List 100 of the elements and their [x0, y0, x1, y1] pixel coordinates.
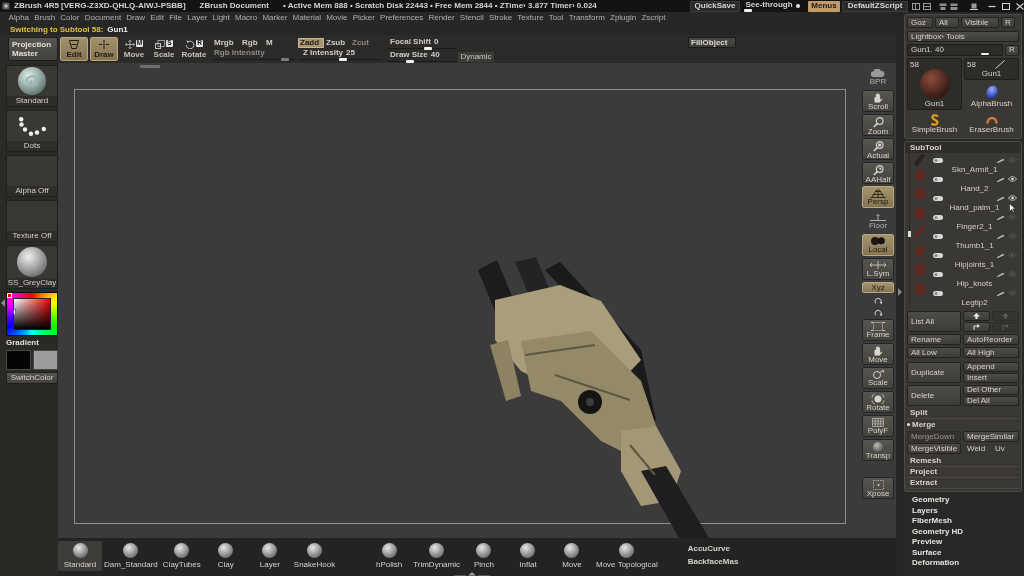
menu-item[interactable]: Tool [546, 14, 567, 22]
brush-button[interactable]: SnakeHook [291, 541, 338, 571]
subpalette-header[interactable]: Remesh [907, 456, 1019, 467]
subtool-action-button[interactable]: Rename [907, 334, 961, 345]
subtool-name[interactable]: Legtip2 [930, 298, 1019, 307]
slider-thumb[interactable] [424, 47, 432, 50]
color-mode-button[interactable]: Rgb [240, 37, 264, 48]
palette-title[interactable]: Surface [904, 547, 1022, 558]
subtool-name[interactable]: Hipjoints_1 [930, 260, 1019, 270]
menu-item[interactable]: Picker [350, 14, 378, 22]
brush-tile[interactable]: Standard [6, 65, 58, 107]
subtool-name[interactable]: Hand_palm_1 [930, 203, 1019, 213]
delete-other-button[interactable]: Del Other [963, 385, 1019, 395]
material-tile[interactable]: SS_GreyClay [6, 245, 58, 289]
texture-tile[interactable]: Texture Off [6, 200, 58, 242]
palette-title[interactable]: Geometry [904, 495, 1022, 506]
brush-button[interactable]: TrimDynamic [411, 541, 462, 571]
view-button[interactable]: Xyz [862, 282, 894, 293]
subpalette-header[interactable]: Extract [907, 478, 1019, 489]
brush-button[interactable]: ClayTubes [159, 541, 204, 571]
tool-tile[interactable]: 58 Gun1 [907, 58, 962, 110]
view-button[interactable]: Scroll [862, 90, 894, 112]
subtool-name[interactable]: Finger2_1 [930, 222, 1019, 232]
view-button[interactable]: BPR [862, 66, 894, 88]
tool-button[interactable]: Goz [907, 17, 933, 28]
menu-item[interactable]: Color [57, 14, 83, 22]
subtool-name[interactable]: Hand_2 [930, 184, 1019, 194]
subpalette-header[interactable]: Project [907, 467, 1019, 478]
subtool-name[interactable]: Thumb1_1 [930, 241, 1019, 251]
view-button[interactable]: Xpose [862, 477, 894, 499]
view-button[interactable]: Rotate [862, 391, 894, 413]
delete-all-button[interactable]: Del All [963, 396, 1019, 406]
merge-button[interactable]: MergeSimilar [963, 431, 1019, 442]
palette-title[interactable]: Geometry HD [904, 526, 1022, 537]
tool-tile[interactable]: EraserBrush [964, 112, 1019, 136]
list-all-button[interactable]: List All [907, 311, 961, 332]
move-up-button[interactable] [963, 311, 990, 321]
view-button[interactable]: PolyF [862, 415, 894, 437]
view-button[interactable]: AAHalf [862, 162, 894, 184]
menus-toggle[interactable]: Menus [808, 0, 840, 12]
move-down-button[interactable] [963, 322, 990, 332]
panel-icon[interactable] [950, 2, 958, 10]
dock-icon[interactable] [970, 2, 978, 10]
duplicate-button[interactable]: Duplicate [907, 362, 961, 383]
brush-button[interactable]: Clay [203, 541, 248, 571]
slider-thumb[interactable] [744, 9, 752, 12]
merge-button[interactable]: MergeVisible [907, 443, 961, 454]
reset-button[interactable]: R [1005, 44, 1019, 56]
color-swatch[interactable] [33, 350, 58, 370]
menu-item[interactable]: Layer [184, 14, 210, 22]
palette-title[interactable]: Preview [904, 537, 1022, 548]
switch-color-button[interactable]: SwitchColor [6, 372, 58, 384]
menu-item[interactable]: Edit [147, 14, 167, 22]
option-toggle[interactable]: AccuCurve [687, 545, 739, 555]
append-button[interactable]: Append [963, 362, 1019, 372]
menu-item[interactable]: Zplugin [607, 14, 639, 22]
view-button[interactable]: Transp [862, 439, 894, 461]
view-button[interactable]: Move [862, 343, 894, 365]
collapse-arrow-icon[interactable] [0, 299, 5, 307]
color-mode-button[interactable]: Mrgb [212, 37, 240, 48]
brush-button[interactable]: Dam_Standard [102, 541, 160, 571]
menu-item[interactable]: File [166, 14, 185, 22]
slider-thumb[interactable] [981, 52, 990, 55]
brush-button[interactable]: Move [550, 541, 594, 571]
scroll-bar[interactable] [907, 153, 912, 308]
insert-button[interactable]: Insert [963, 373, 1019, 383]
tool-button[interactable]: Visible [961, 17, 999, 28]
view-button[interactable]: Actual [862, 138, 894, 160]
mode-button[interactable]: Draw [90, 37, 118, 61]
close-icon[interactable] [1016, 2, 1024, 10]
weld-switch[interactable]: Weld [963, 443, 990, 454]
menu-item[interactable]: Macro [232, 14, 260, 22]
view-button[interactable]: L.Sym [862, 258, 894, 280]
menu-item[interactable]: Transform [566, 14, 608, 22]
subpalette-header[interactable]: Merge [907, 419, 1019, 430]
view-button[interactable]: Local [862, 234, 894, 256]
restore-icon[interactable] [1002, 2, 1010, 10]
script-button[interactable]: DefaultZScript [842, 0, 908, 12]
subtool-name[interactable]: Hip_knots [930, 279, 1019, 289]
palette-title[interactable]: Layers [904, 505, 1022, 516]
uv-switch[interactable]: Uv [991, 443, 1009, 454]
option-toggle[interactable]: BackfaceMas [687, 558, 739, 568]
subpalette-header[interactable]: Split [907, 408, 1019, 419]
view-button[interactable]: Persp [862, 186, 894, 208]
menu-item[interactable]: Brush [31, 14, 58, 22]
fill-object-button[interactable]: FillObject [688, 37, 736, 48]
menu-item[interactable]: Movie [323, 14, 351, 22]
projection-master-button[interactable]: Projection Master [8, 37, 58, 61]
subtool-name[interactable]: Skn_Armit_1 [930, 165, 1019, 175]
depth-mode-button[interactable]: Zsub [324, 37, 350, 48]
tool-button[interactable]: R [1001, 17, 1015, 28]
menu-item[interactable]: Light [209, 14, 233, 22]
color-swatch[interactable] [6, 350, 31, 370]
menu-item[interactable]: Alpha [6, 14, 32, 22]
depth-mode-button[interactable]: Zadd [298, 37, 324, 48]
tool-tile[interactable]: 58 Gun1 [964, 58, 1019, 80]
menu-item[interactable]: Draw [123, 14, 148, 22]
menu-item[interactable]: Preferences [377, 14, 426, 22]
menu-item[interactable]: Render [425, 14, 458, 22]
menu-item[interactable]: Marker [259, 14, 290, 22]
